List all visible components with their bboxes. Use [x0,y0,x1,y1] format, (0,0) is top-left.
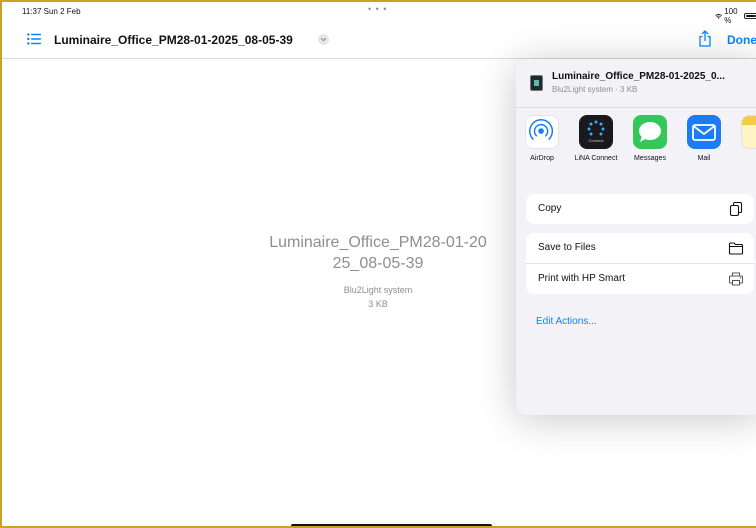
action-group-files: Save to Files Print with HP Smart [526,233,754,294]
app-messages[interactable]: Messages [628,115,672,164]
mail-icon [687,115,721,149]
preview-file-name-line1: Luminaire_Office_PM28-01-20 [269,234,487,251]
share-sheet-divider [516,107,756,108]
printer-icon [729,272,743,286]
notes-icon [741,115,756,149]
action-group-copy: Copy [526,194,754,224]
battery-icon [744,13,756,19]
battery-percent: 100 % [724,7,738,25]
file-thumbnail-icon [530,75,543,91]
save-to-files-action[interactable]: Save to Files [526,233,754,264]
lina-icon-caption: Connect [588,138,604,143]
preview-file-name-line2: 25_08-05-39 [332,255,424,272]
preview-file-size: 3 KB [368,299,388,309]
list-icon[interactable] [27,33,41,45]
home-indicator[interactable] [291,524,492,526]
share-actions: Copy Save to Files Print with HP Smart [526,194,754,303]
share-sheet: Luminaire_Office_PM28-01-2025_0... Blu2L… [516,59,756,415]
app-label-messages: Messages [634,155,666,162]
status-bar: 11:37 Sun 2 Feb • • • 100 % [2,2,756,25]
app-mail[interactable]: Mail [682,115,726,164]
airdrop-icon [525,115,559,149]
preview-file-name: Luminaire_Office_PM28-01-20 25_08-05-39 [260,232,496,274]
messages-icon [633,115,667,149]
share-file-name: Luminaire_Office_PM28-01-2025_0... [552,71,725,82]
app-label-airdrop: AirDrop [530,155,554,162]
print-hp-smart-action[interactable]: Print with HP Smart [526,264,754,294]
navigation-bar: Luminaire_Office_PM28-01-2025_08-05-39 D… [2,26,756,54]
copy-action[interactable]: Copy [526,194,754,224]
app-notes-partial[interactable]: N [736,115,756,164]
title-menu-button[interactable] [318,34,329,45]
app-lina-connect[interactable]: Connect LiNA Connect [574,115,618,164]
app-airdrop[interactable]: AirDrop [520,115,564,164]
share-sheet-header: Luminaire_Office_PM28-01-2025_0... Blu2L… [516,59,756,107]
document-title[interactable]: Luminaire_Office_PM28-01-2025_08-05-39 [54,33,293,47]
app-label-notes: N [736,154,756,164]
multitasking-dots[interactable]: • • • [368,4,387,14]
lina-connect-icon: Connect [579,115,613,149]
app-label-mail: Mail [697,155,711,162]
app-label-lina-connect: LiNA Connect [574,155,618,162]
preview-file-type: Blu2Light system [343,285,413,295]
copy-label: Copy [538,203,562,214]
done-button[interactable]: Done [727,33,756,47]
share-icon[interactable] [698,30,712,47]
copy-icon [729,201,743,217]
print-hp-smart-label: Print with HP Smart [538,273,626,284]
ipad-screen: 11:37 Sun 2 Feb • • • 100 % Luminaire_Of… [0,0,756,528]
wifi-icon [715,13,722,19]
folder-icon [728,242,744,255]
save-to-files-label: Save to Files [538,242,596,253]
share-file-meta: Blu2Light system · 3 KB [552,85,638,94]
chevron-down-icon [320,37,327,42]
edit-actions-link[interactable]: Edit Actions... [536,316,597,327]
status-time: 11:37 Sun 2 Feb [22,7,81,16]
status-indicators: 100 % [715,7,756,25]
share-apps-row: AirDrop Connect LiNA Connect Messages Ma… [516,115,756,191]
